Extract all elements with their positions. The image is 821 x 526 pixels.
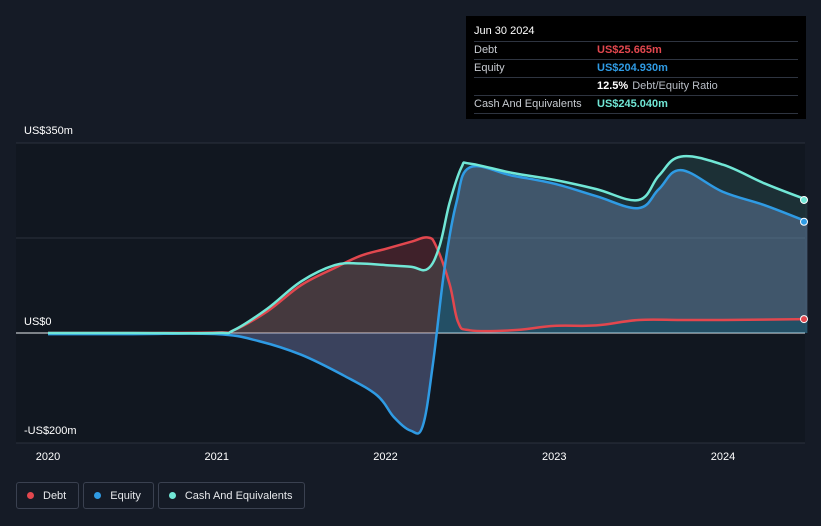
tooltip-cash-row: Cash And Equivalents US$245.040m	[474, 95, 798, 114]
tooltip-ratio-value: 12.5%	[597, 80, 629, 92]
chart-legend: Debt Equity Cash And Equivalents	[16, 482, 309, 509]
y-tick-label: -US$200m	[24, 425, 77, 437]
tooltip-ratio-label: Debt/Equity Ratio	[632, 80, 718, 92]
tooltip-cash-value: US$245.040m	[597, 98, 668, 110]
equity-dot-icon	[94, 492, 102, 499]
tooltip-ratio-row: 12.5% Debt/Equity Ratio	[474, 77, 798, 95]
cash-end-marker	[800, 195, 808, 204]
debt-dot-icon	[27, 492, 34, 499]
legend-item-cash[interactable]: Cash And Equivalents	[157, 482, 306, 509]
legend-label-cash: Cash And Equivalents	[184, 489, 293, 502]
x-tick-label: 2024	[711, 451, 735, 463]
y-tick-label: US$0	[24, 316, 52, 328]
tooltip-equity-row: Equity US$204.930m	[474, 59, 798, 77]
data-tooltip: Jun 30 2024 Debt US$25.665m Equity US$20…	[466, 16, 806, 119]
tooltip-equity-label: Equity	[474, 62, 505, 74]
tooltip-debt-label: Debt	[474, 44, 498, 56]
debt-end-marker	[800, 315, 808, 324]
tooltip-debt-row: Debt US$25.665m	[474, 41, 798, 59]
tooltip-debt-value: US$25.665m	[597, 44, 662, 56]
cash-dot-icon	[168, 492, 176, 499]
legend-item-debt[interactable]: Debt	[16, 482, 80, 509]
x-tick-label: 2020	[36, 451, 60, 463]
legend-label-debt: Debt	[43, 489, 67, 502]
y-tick-label: US$350m	[24, 125, 73, 137]
legend-label-equity: Equity	[110, 489, 141, 502]
x-tick-label: 2022	[373, 451, 397, 463]
equity-end-marker	[800, 217, 808, 226]
x-tick-label: 2021	[205, 451, 229, 463]
tooltip-equity-value: US$204.930m	[597, 62, 668, 74]
tooltip-date: Jun 30 2024	[474, 25, 535, 37]
tooltip-cash-label: Cash And Equivalents	[474, 98, 582, 110]
x-axis-labels: 2020 2021 2022 2023 2024	[36, 451, 735, 463]
x-tick-label: 2023	[542, 451, 566, 463]
legend-item-equity[interactable]: Equity	[83, 482, 154, 509]
